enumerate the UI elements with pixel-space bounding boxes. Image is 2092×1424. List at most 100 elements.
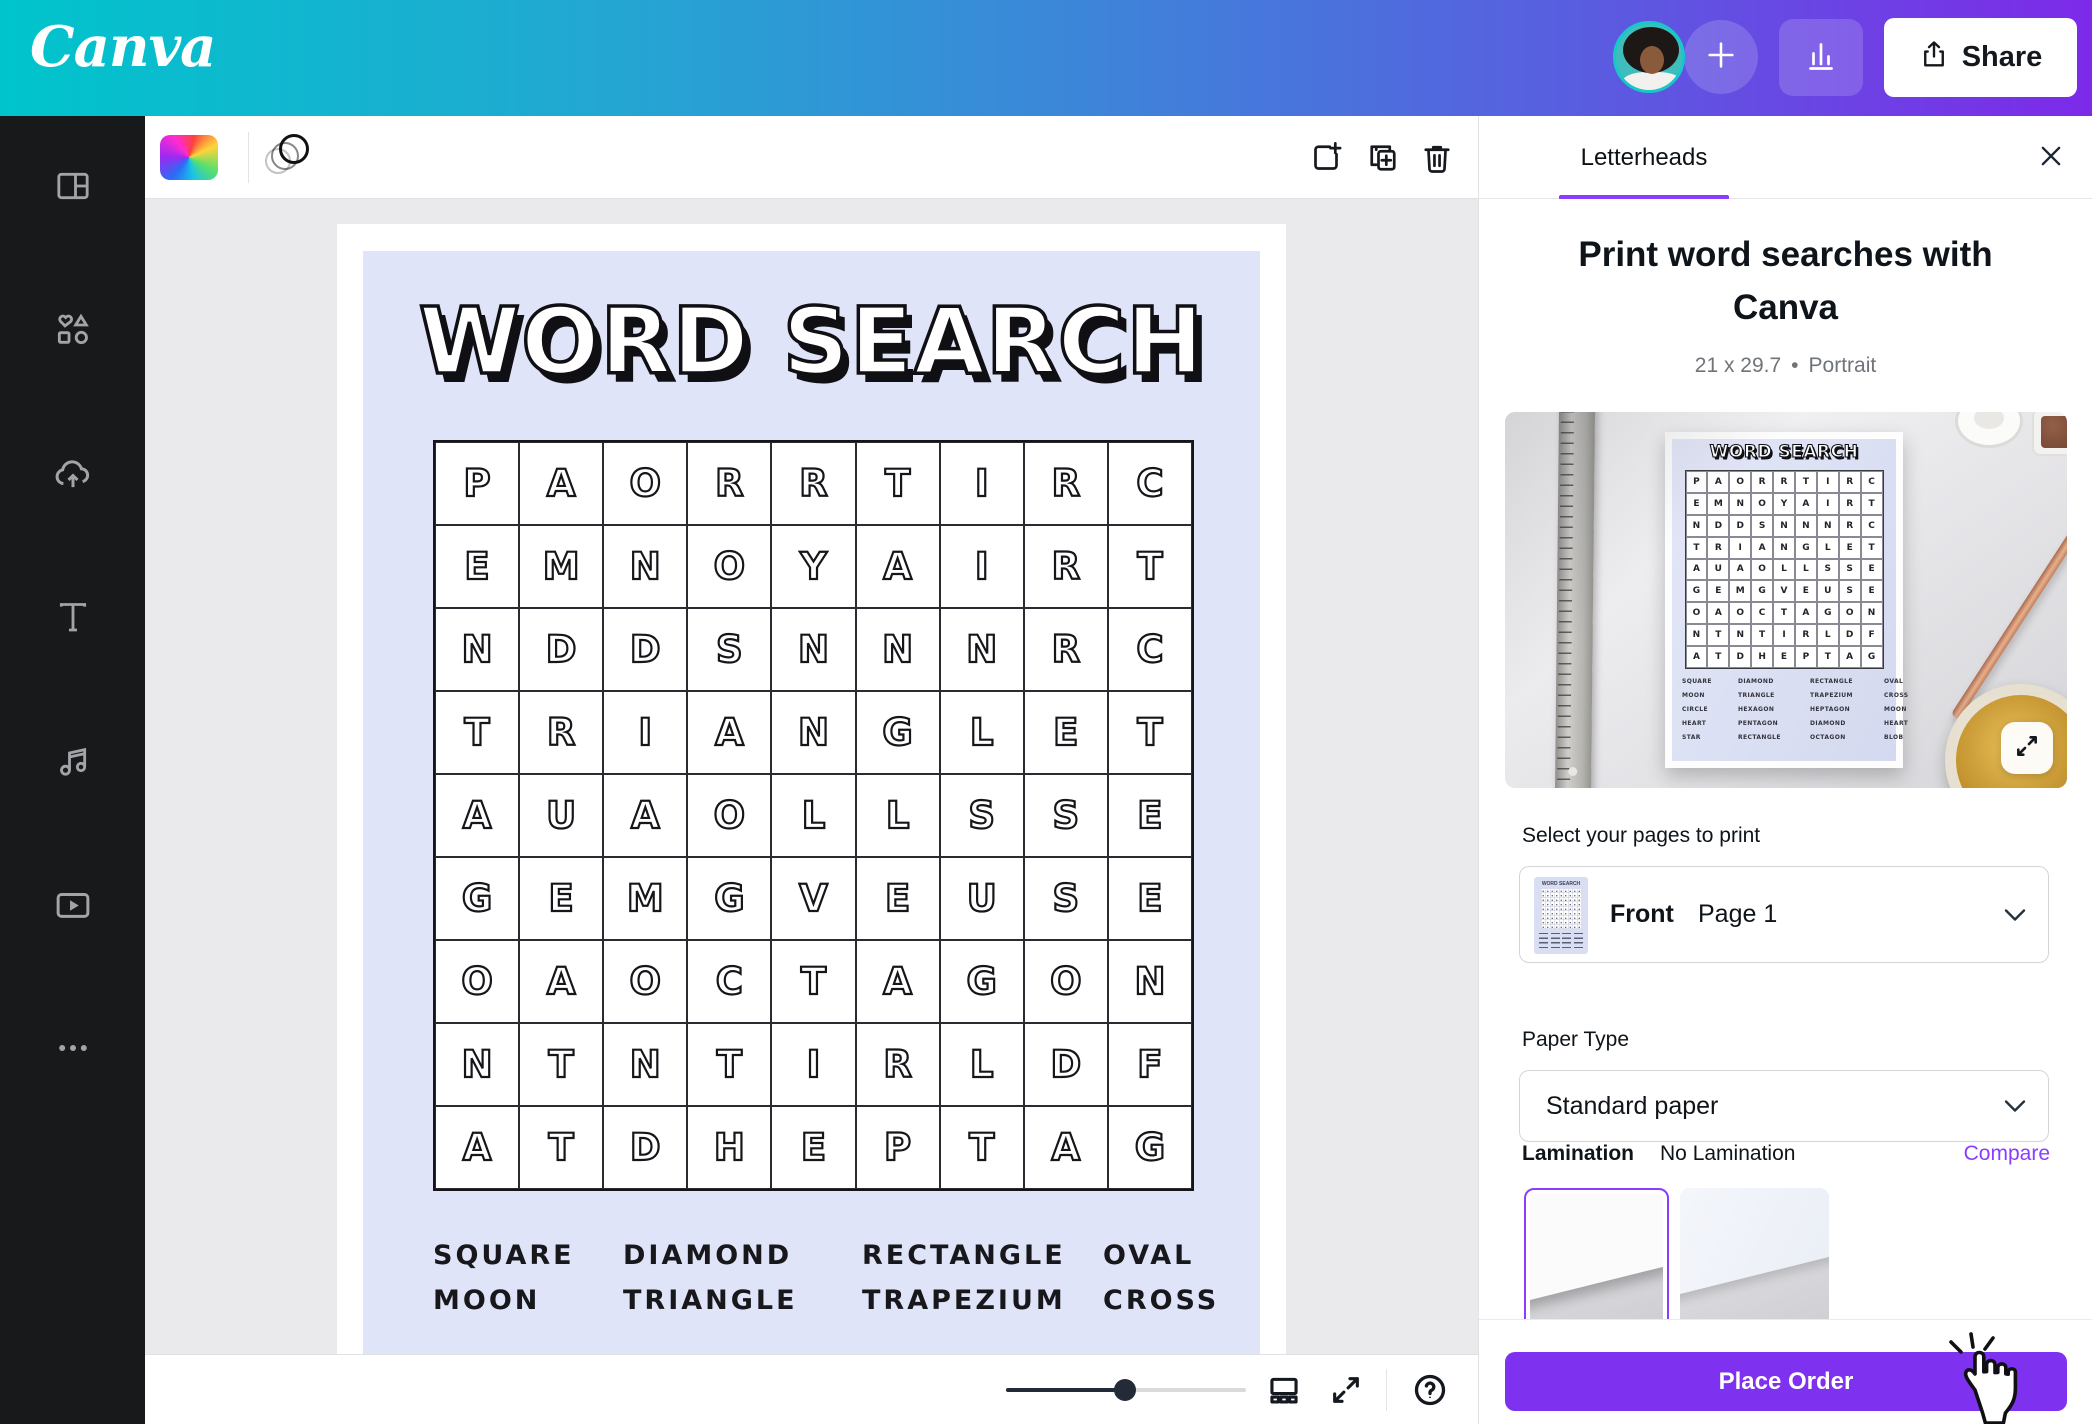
zoom-slider-knob[interactable]: [1114, 1379, 1136, 1401]
zoom-slider-fill: [1006, 1388, 1125, 1392]
grid-cell: E: [519, 857, 603, 940]
grid-cell: G: [1686, 580, 1708, 602]
canva-editor: Canva Share: [0, 0, 2092, 1424]
grid-cell: O: [1729, 602, 1751, 624]
grid-cell: O: [1751, 559, 1773, 581]
grid-cell: V: [1773, 580, 1795, 602]
grid-cell: A: [1686, 559, 1708, 581]
help-icon[interactable]: [1412, 1372, 1448, 1408]
word-list-item: BLOB: [1884, 734, 1909, 741]
bar-chart-icon: [1803, 37, 1839, 78]
expand-preview-button[interactable]: [2001, 722, 2053, 774]
grid-cell: T: [1707, 624, 1729, 646]
grid-cell: E: [1686, 493, 1708, 515]
avatar[interactable]: [1613, 21, 1685, 93]
grid-cell: A: [603, 774, 687, 857]
grid-cell: R: [1839, 515, 1861, 537]
toolbar-divider: [248, 132, 249, 183]
fullscreen-icon[interactable]: [1328, 1372, 1364, 1408]
grid-cell: G: [1861, 646, 1883, 668]
add-member-button[interactable]: [1684, 20, 1758, 94]
word-list-item: SQUARE: [1682, 678, 1738, 685]
grid-cell: P: [1686, 471, 1708, 493]
lamination-option-none[interactable]: [1524, 1188, 1669, 1338]
tab-active-underline: [1559, 195, 1729, 199]
grid-cell: A: [856, 525, 940, 608]
grid-cell: M: [1707, 493, 1729, 515]
grid-cell: A: [519, 442, 603, 525]
close-panel-button[interactable]: [2036, 143, 2066, 173]
grid-cell: N: [1686, 515, 1708, 537]
expand-arrows-icon: [2014, 733, 2040, 764]
grid-cell: M: [1729, 580, 1751, 602]
pages-select[interactable]: WORD SEARCH Front Page 1: [1519, 866, 2049, 963]
canvas-toolbar: [145, 116, 1478, 199]
chevron-down-icon: [2004, 1099, 2026, 1113]
grid-cell: R: [1795, 624, 1817, 646]
grid-cell: S: [940, 774, 1024, 857]
pages-view-icon[interactable]: [1266, 1372, 1302, 1408]
grid-cell: N: [771, 691, 855, 774]
grid-cell: R: [1024, 608, 1108, 691]
grid-cell: I: [940, 525, 1024, 608]
sidebar-item-text[interactable]: [0, 579, 145, 659]
word-list-item: STAR: [1682, 734, 1738, 741]
grid-cell: T: [1795, 471, 1817, 493]
grid-cell: P: [1795, 646, 1817, 668]
grid-cell: D: [603, 608, 687, 691]
share-button[interactable]: Share: [1884, 18, 2077, 97]
tab-letterheads[interactable]: Letterheads: [1559, 116, 1729, 199]
avatar-face: [1640, 46, 1664, 74]
sidebar-item-uploads[interactable]: [0, 436, 145, 516]
design-page[interactable]: WORD SEARCH PAORRTIRCEMNOYAIRTNDDSNNNRCT…: [337, 224, 1286, 1354]
grid-cell: R: [1773, 471, 1795, 493]
lamination-row: Lamination No Lamination Compare: [1522, 1142, 2050, 1166]
paper-type-label: Paper Type: [1522, 1028, 1629, 1052]
transparency-circles-icon[interactable]: [263, 132, 315, 184]
size-separator: •: [1791, 354, 1798, 378]
product-preview-image[interactable]: WORD SEARCH PAORRTIRCEMNOYAIRTNDDSNNNRCT…: [1505, 412, 2067, 788]
color-picker-swatch[interactable]: [160, 135, 218, 180]
avatar-shirt: [1622, 72, 1682, 93]
word-list-item: HEART: [1884, 720, 1909, 727]
grid-cell: C: [687, 940, 771, 1023]
sidebar-item-templates[interactable]: [0, 148, 145, 228]
delete-page-icon[interactable]: [1418, 139, 1456, 177]
print-panel: Letterheads Print word searches with Can…: [1478, 116, 2092, 1424]
paper-type-select[interactable]: Standard paper: [1519, 1070, 2049, 1142]
sidebar-item-elements[interactable]: [0, 292, 145, 372]
grid-cell: N: [1773, 515, 1795, 537]
grid-cell: T: [1751, 624, 1773, 646]
preview-grid: PAORRTIRCEMNOYAIRTNDDSNNNRCTRIANGLETAUAO…: [1685, 470, 1884, 669]
compare-link[interactable]: Compare: [1964, 1142, 2050, 1166]
design-canvas: WORD SEARCH PAORRTIRCEMNOYAIRTNDDSNNNRCT…: [145, 199, 1478, 1354]
add-page-icon[interactable]: [1307, 139, 1345, 177]
saucer-prop: [1955, 412, 2023, 448]
lamination-option-gloss[interactable]: [1680, 1188, 1829, 1338]
word-list-item: HEXAGON: [1738, 706, 1810, 713]
grid-cell: A: [435, 774, 519, 857]
grid-cell: A: [1751, 537, 1773, 559]
pages-section-label: Select your pages to print: [1522, 824, 1760, 848]
word-list-item: DIAMOND: [623, 1240, 862, 1271]
grid-cell: O: [1729, 471, 1751, 493]
word-list-item: HEART: [1682, 720, 1738, 727]
grid-cell: U: [940, 857, 1024, 940]
grid-cell: T: [940, 1106, 1024, 1189]
word-search-grid: PAORRTIRCEMNOYAIRTNDDSNNNRCTRIANGLETAUAO…: [433, 440, 1194, 1191]
grid-cell: I: [771, 1023, 855, 1106]
duplicate-page-icon[interactable]: [1364, 139, 1402, 177]
grid-cell: I: [1817, 493, 1839, 515]
word-list-item: MOON: [433, 1285, 623, 1316]
insights-button[interactable]: [1779, 19, 1863, 96]
grid-cell: L: [1817, 624, 1839, 646]
grid-cell: U: [519, 774, 603, 857]
grid-cell: A: [519, 940, 603, 1023]
grid-cell: T: [856, 442, 940, 525]
sidebar-item-video[interactable]: [0, 867, 145, 947]
sidebar-item-more[interactable]: [0, 1010, 145, 1090]
sidebar-item-audio[interactable]: [0, 723, 145, 803]
word-list-item: PENTAGON: [1738, 720, 1810, 727]
grid-cell: D: [519, 608, 603, 691]
canva-logo[interactable]: Canva: [30, 14, 215, 80]
